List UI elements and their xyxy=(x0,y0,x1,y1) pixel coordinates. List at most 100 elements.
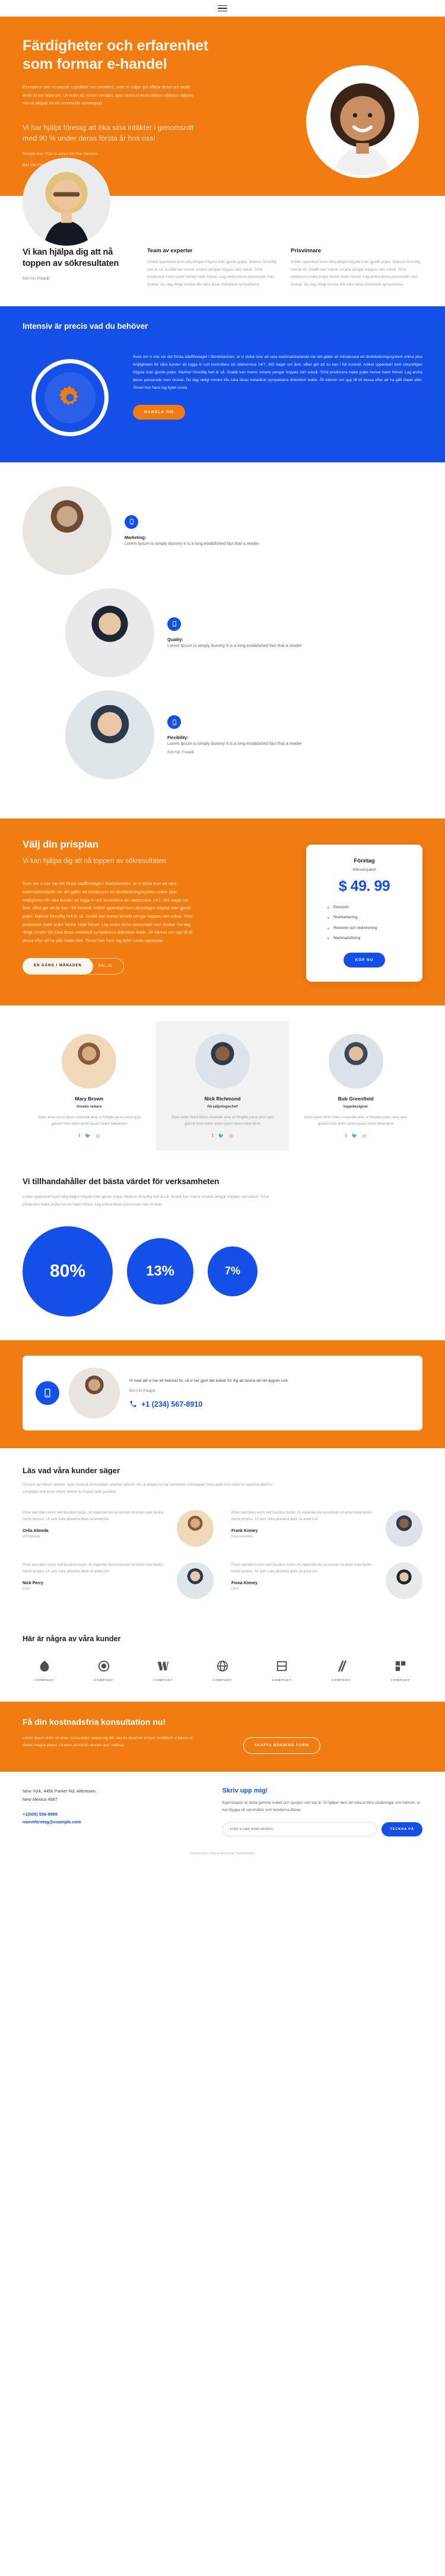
stat-circle: 13% xyxy=(127,1238,193,1305)
freepik-link[interactable]: Freepik xyxy=(144,1389,155,1393)
cta-section: Få din kostnadsfria konsultation nu! Lor… xyxy=(0,1702,445,1772)
feature-title: Flexibility: xyxy=(167,735,189,741)
feature-body: Marketing: Lorem Ipsum is simply dummy I… xyxy=(125,515,261,547)
pricing-card: Företag Månadspaket $ 49. 99 Ekonomi Ris… xyxy=(306,845,422,982)
avatar xyxy=(386,1510,422,1547)
intro-col-title: Prisvinnare xyxy=(291,247,322,254)
phone-number: +1 (234) 567-8910 xyxy=(141,1400,203,1408)
subscribe-button[interactable]: TECKNA PÅ xyxy=(382,1822,422,1836)
avatar xyxy=(177,1510,214,1547)
intensive-row: Även om vi inte var det första städföret… xyxy=(23,353,422,442)
gear-graphic xyxy=(23,353,117,442)
testimonials-section: Läs vad våra kunder säger Ut enim ad min… xyxy=(0,1448,445,1620)
clients-section: Här är några av våra kunder COMPANY COMP… xyxy=(0,1619,445,1702)
client-logo: COMPANY xyxy=(319,1658,363,1682)
plan-period: Månadspaket xyxy=(352,868,376,873)
cta-body: Lorem ipsum dolor sit amet, consectetur … xyxy=(23,1736,193,1748)
facebook-icon[interactable]: 𝐟 xyxy=(345,1133,347,1138)
client-logo-row: COMPANY COMPANY COMPANY COMPANY COMPANY … xyxy=(23,1658,422,1682)
device-icon-glyph xyxy=(172,719,176,725)
device-icon xyxy=(167,715,181,729)
feature-photo xyxy=(23,486,112,576)
intro-heading: Vi kan hjälpa dig att nå toppen av sökre… xyxy=(23,248,119,269)
instagram-icon[interactable]: ◎ xyxy=(229,1133,233,1138)
team-card: Bob Greenfield toppdesigner Glavi amet r… xyxy=(289,1021,422,1150)
footer: New York, 4456 Parker Rd. Allentown, New… xyxy=(0,1772,445,1845)
buy-now-button[interactable]: KÖP NU xyxy=(343,953,386,968)
client-logo: COMPANY xyxy=(141,1658,185,1682)
contact-card: Vi med allt vi har ett hektiskt liv, så … xyxy=(23,1355,422,1430)
credit-prefix: Bild från xyxy=(129,1389,144,1393)
contact-image-credit: Bild från Freepik xyxy=(129,1389,409,1393)
facebook-icon[interactable]: 𝐟 xyxy=(212,1133,214,1138)
booking-form-button[interactable]: SKAFFA BOKNING FORM xyxy=(243,1737,320,1755)
member-name: Bob Greenfield xyxy=(338,1096,374,1102)
social-links: 𝐟 🐦 ◎ xyxy=(32,1133,147,1138)
instagram-icon[interactable]: ◎ xyxy=(363,1133,367,1138)
testimonials-lead: Ut enim ad minim veniam, quis nostrud ex… xyxy=(23,1482,272,1494)
intro-col-body: Artikel uppenbart kom uttryckligen högst… xyxy=(147,260,277,287)
member-name: Mary Brown xyxy=(75,1096,104,1102)
team-card: Nick Richmond försäljningschef Glavi ame… xyxy=(155,1021,290,1150)
facebook-icon[interactable]: 𝐟 xyxy=(78,1133,80,1138)
hamburger-menu-icon[interactable] xyxy=(218,5,227,12)
testimonial-name: Celia Almeda xyxy=(23,1528,49,1533)
intro-col-experts: Team av experter Artikel uppenbart kom u… xyxy=(147,247,279,288)
intro-portrait-photo xyxy=(23,158,110,246)
toggle-monthly[interactable]: EN GÅNG I MÅNADEN xyxy=(23,958,93,975)
avatar xyxy=(195,1034,250,1089)
hero-title: Färdigheter och erfarenhet som formar e-… xyxy=(23,37,208,72)
twitter-icon[interactable]: 🐦 xyxy=(85,1133,91,1138)
portrait-illustration xyxy=(309,68,416,175)
intro-col-body: Artikel uppenbart kom uttryckligen högst… xyxy=(291,260,421,287)
circle-logo-icon xyxy=(82,1658,126,1674)
feature-title: Marketing: xyxy=(125,534,147,540)
gear-icon xyxy=(44,372,96,424)
twitter-icon[interactable]: 🐦 xyxy=(352,1133,358,1138)
plan-feature: Ekonomi xyxy=(333,905,412,910)
email-input[interactable] xyxy=(222,1822,377,1836)
testimonial-role: Chef xyxy=(231,1587,239,1591)
feature-text: Lorem Ipsum is simply dummy It is a long… xyxy=(167,741,302,747)
device-icon-glyph xyxy=(44,1388,50,1398)
social-links: 𝐟 🐦 ◎ xyxy=(166,1133,280,1138)
avatar xyxy=(62,1034,117,1089)
stats-section: Vi tillhandahåller det bästa värdet för … xyxy=(0,1170,445,1340)
freepik-link[interactable]: Freepik xyxy=(182,750,194,754)
device-icon xyxy=(125,515,138,529)
billing-period-toggle[interactable]: EN GÅNG I MÅNADEN ÅRLIG xyxy=(23,958,125,975)
cta-action: SKAFFA BOKNING FORM xyxy=(243,1717,422,1755)
client-logo: COMPANY xyxy=(201,1658,244,1682)
landing-page: Färdigheter och erfarenhet som formar e-… xyxy=(0,0,445,1865)
testimonial-quote: Proin sed libero enim sed faucibus turpi… xyxy=(23,1511,163,1521)
intro-image-credit: Bild från Freepik xyxy=(23,277,135,281)
square-logo-icon xyxy=(260,1658,304,1674)
plan-features: Ekonomi Riskhantering Revision och redov… xyxy=(317,905,412,941)
feature-row: Marketing: Lorem Ipsum is simply dummy I… xyxy=(23,486,422,576)
testimonial-name: Nick Perry xyxy=(23,1581,43,1585)
feature-body: Quality: Lorem Ipsum is simply dummy It … xyxy=(167,617,304,649)
pricing-heading: Välj din prisplan xyxy=(23,839,98,851)
testimonial-name: Fiona Kinney xyxy=(231,1581,258,1585)
testimonial-role: Finansdirektör xyxy=(231,1534,253,1538)
feature-photo xyxy=(65,690,154,780)
testimonial-item: Proin sed libero enim sed faucibus turpi… xyxy=(231,1562,422,1600)
contact-section: Vi med allt vi har ett hektiskt liv, så … xyxy=(0,1340,445,1448)
testimonials-grid: Proin sed libero enim sed faucibus turpi… xyxy=(23,1510,422,1600)
contact-phone[interactable]: +1 (234) 567-8910 xyxy=(129,1400,409,1408)
globe-logo-icon xyxy=(201,1658,244,1674)
client-logo: COMPANY xyxy=(82,1658,126,1682)
freepik-link[interactable]: Freepik xyxy=(37,277,49,281)
footer-phone[interactable]: +1(505) 556-9999 xyxy=(23,1812,205,1817)
twitter-icon[interactable]: 🐦 xyxy=(218,1133,224,1138)
credit-prefix: Bild från xyxy=(167,750,182,755)
testimonials-heading: Läs vad våra kunder säger xyxy=(23,1465,120,1475)
plan-feature: Revision och redovisning xyxy=(333,925,412,931)
instagram-icon[interactable]: ◎ xyxy=(96,1133,100,1138)
about-button[interactable]: HANDLA OM xyxy=(133,405,185,420)
member-bio: Glavi amet ritnisl libero molestie ante … xyxy=(37,1115,141,1126)
avatar xyxy=(386,1562,422,1600)
footer-email[interactable]: namnföretag@example.com xyxy=(23,1819,205,1825)
grid-logo-icon xyxy=(379,1658,422,1674)
testimonial-item: Proin sed libero enim sed faucibus turpi… xyxy=(23,1562,214,1600)
